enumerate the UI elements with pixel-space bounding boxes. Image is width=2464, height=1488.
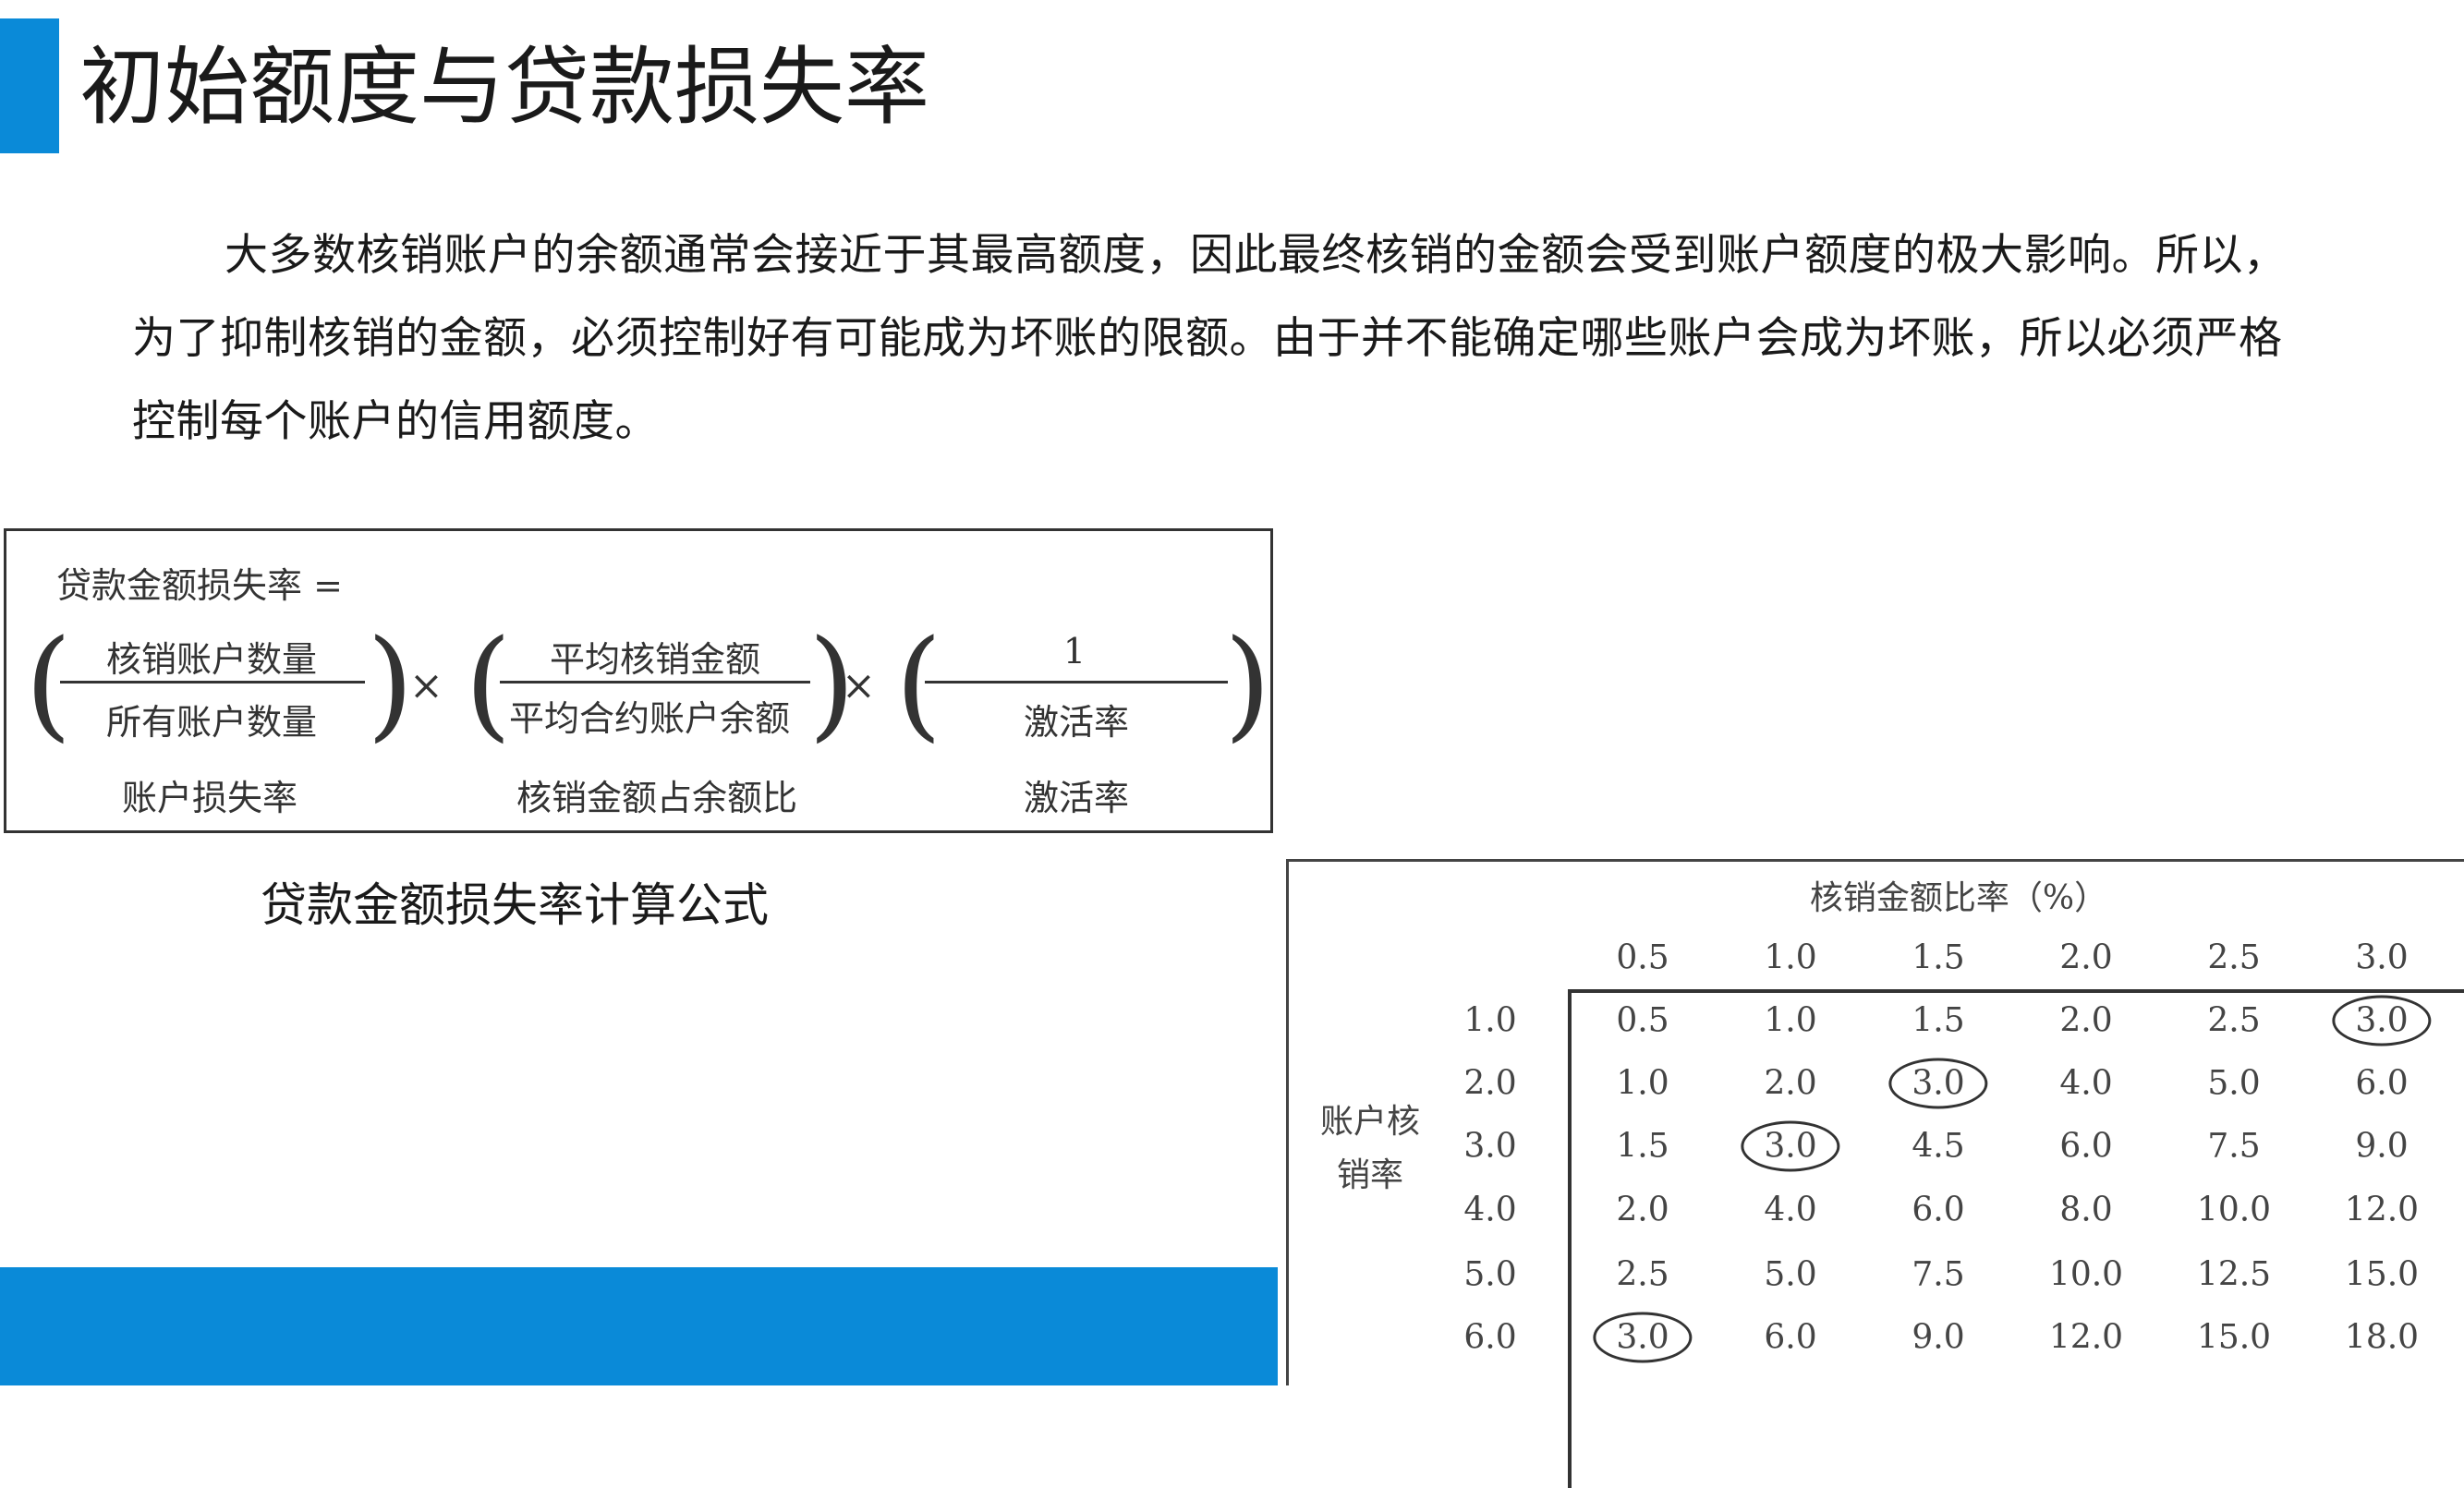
matrix-cell: 10.0	[2196, 1191, 2272, 1229]
left-paren: (	[465, 613, 512, 754]
matrix-row-header: 6.0	[1463, 1318, 1517, 1357]
matrix-cell: 1.0	[1764, 1001, 1817, 1040]
matrix-cell: 12.5	[2196, 1255, 2272, 1294]
multiply-sign: ×	[842, 662, 876, 709]
matrix-cell: 6.0	[1912, 1191, 1965, 1229]
term2-fraction-line	[500, 681, 810, 684]
matrix-cell: 9.0	[1912, 1318, 1965, 1357]
matrix-cell: 6.0	[2355, 1064, 2409, 1103]
matrix-cell: 10.0	[2048, 1255, 2124, 1294]
matrix-cell-circled: 3.0	[1593, 1312, 1693, 1363]
matrix-cell: 1.5	[1616, 1127, 1669, 1166]
matrix-cell: 1.0	[1616, 1064, 1669, 1103]
matrix-column-header: 3.0	[2355, 938, 2409, 977]
bottom-accent-bar	[0, 1267, 1278, 1385]
term3-numerator: 1	[1062, 631, 1086, 671]
matrix-cell-circled: 3.0	[1741, 1120, 1840, 1172]
term2-numerator: 平均核销金额	[549, 639, 761, 680]
matrix-cell: 6.0	[2059, 1127, 2113, 1166]
matrix-column-header: 1.0	[1764, 938, 1817, 977]
matrix-cell: 12.0	[2344, 1191, 2420, 1229]
matrix-row-header: 2.0	[1463, 1064, 1517, 1103]
matrix-row-title: 账户核	[1319, 1103, 1421, 1141]
matrix-column-header: 1.5	[1912, 938, 1965, 977]
matrix-cell: 12.0	[2048, 1318, 2124, 1357]
matrix-row-header: 5.0	[1463, 1255, 1517, 1294]
matrix-cell: 18.0	[2344, 1318, 2420, 1357]
matrix-cell-circled: 3.0	[2332, 995, 2432, 1046]
matrix-cell: 5.0	[2207, 1064, 2261, 1103]
matrix-cell: 15.0	[2196, 1318, 2272, 1357]
matrix-cell: 5.0	[1764, 1255, 1817, 1294]
matrix-column-header: 2.0	[2059, 938, 2113, 977]
matrix-column-header: 0.5	[1616, 938, 1669, 977]
matrix-grid-frame	[1568, 989, 2464, 1488]
matrix-cell: 2.0	[1616, 1191, 1669, 1229]
matrix-cell-circled: 3.0	[1888, 1058, 1988, 1109]
matrix-cell: 2.0	[2059, 1001, 2113, 1040]
matrix-cell: 8.0	[2059, 1191, 2113, 1229]
matrix-row-header: 3.0	[1463, 1127, 1517, 1166]
matrix-column-title: 核销金额比率（%）	[1809, 879, 2108, 917]
matrix-cell: 0.5	[1616, 1001, 1669, 1040]
left-paren: (	[25, 613, 72, 754]
loss-rate-matrix: 核销金额比率（%） 账户核 销率 0.5 1.0 1.5 2.0 2.5 3.0 1.0 2.…	[1286, 859, 2464, 1488]
matrix-cell: 7.5	[2207, 1127, 2261, 1166]
matrix-row-header: 4.0	[1463, 1191, 1517, 1229]
matrix-cell: 2.0	[1764, 1064, 1817, 1103]
term3-denominator: 激活率	[1023, 702, 1130, 743]
matrix-cell: 7.5	[1912, 1255, 1965, 1294]
formula-box: 贷款金额损失率 = ( 核销账户数量 所有账户数量 ) 账户损失率 × ( 平均…	[4, 528, 1273, 833]
matrix-cell: 4.5	[1912, 1127, 1965, 1166]
formula-caption: 贷款金额损失率计算公式	[261, 878, 769, 932]
right-paren: )	[1224, 613, 1271, 754]
matrix-row-header: 1.0	[1463, 1001, 1517, 1040]
right-paren: )	[367, 613, 414, 754]
matrix-cell: 1.5	[1912, 1001, 1965, 1040]
term3-label: 激活率	[1023, 778, 1130, 818]
slide-title: 初始额度与贷款损失率	[79, 38, 930, 137]
term1-label: 账户损失率	[121, 778, 298, 818]
matrix-row-title: 销率	[1336, 1156, 1404, 1194]
title-accent-bar	[0, 18, 59, 153]
matrix-cell: 2.5	[2207, 1001, 2261, 1040]
matrix-cell: 2.5	[1616, 1255, 1669, 1294]
term2-label: 核销金额占余额比	[516, 778, 798, 818]
left-paren: (	[895, 613, 942, 754]
multiply-sign: ×	[409, 662, 443, 709]
matrix-cell: 4.0	[2059, 1064, 2113, 1103]
body-paragraph: 大多数核销账户的余额通常会接近于其最高额度，因此最终核销的金额会受到账户额度的极…	[132, 230, 2288, 447]
matrix-cell: 6.0	[1764, 1318, 1817, 1357]
term1-fraction-line	[60, 681, 365, 684]
term2-denominator: 平均合约账户余额	[508, 698, 791, 739]
matrix-column-header: 2.5	[2207, 938, 2261, 977]
matrix-cell: 9.0	[2355, 1127, 2409, 1166]
term1-numerator: 核销账户数量	[105, 639, 318, 680]
term3-fraction-line	[925, 681, 1228, 684]
formula-lhs: 贷款金额损失率 =	[56, 565, 343, 606]
matrix-cell: 15.0	[2344, 1255, 2420, 1294]
matrix-cell: 4.0	[1764, 1191, 1817, 1229]
term1-denominator: 所有账户数量	[105, 702, 318, 743]
